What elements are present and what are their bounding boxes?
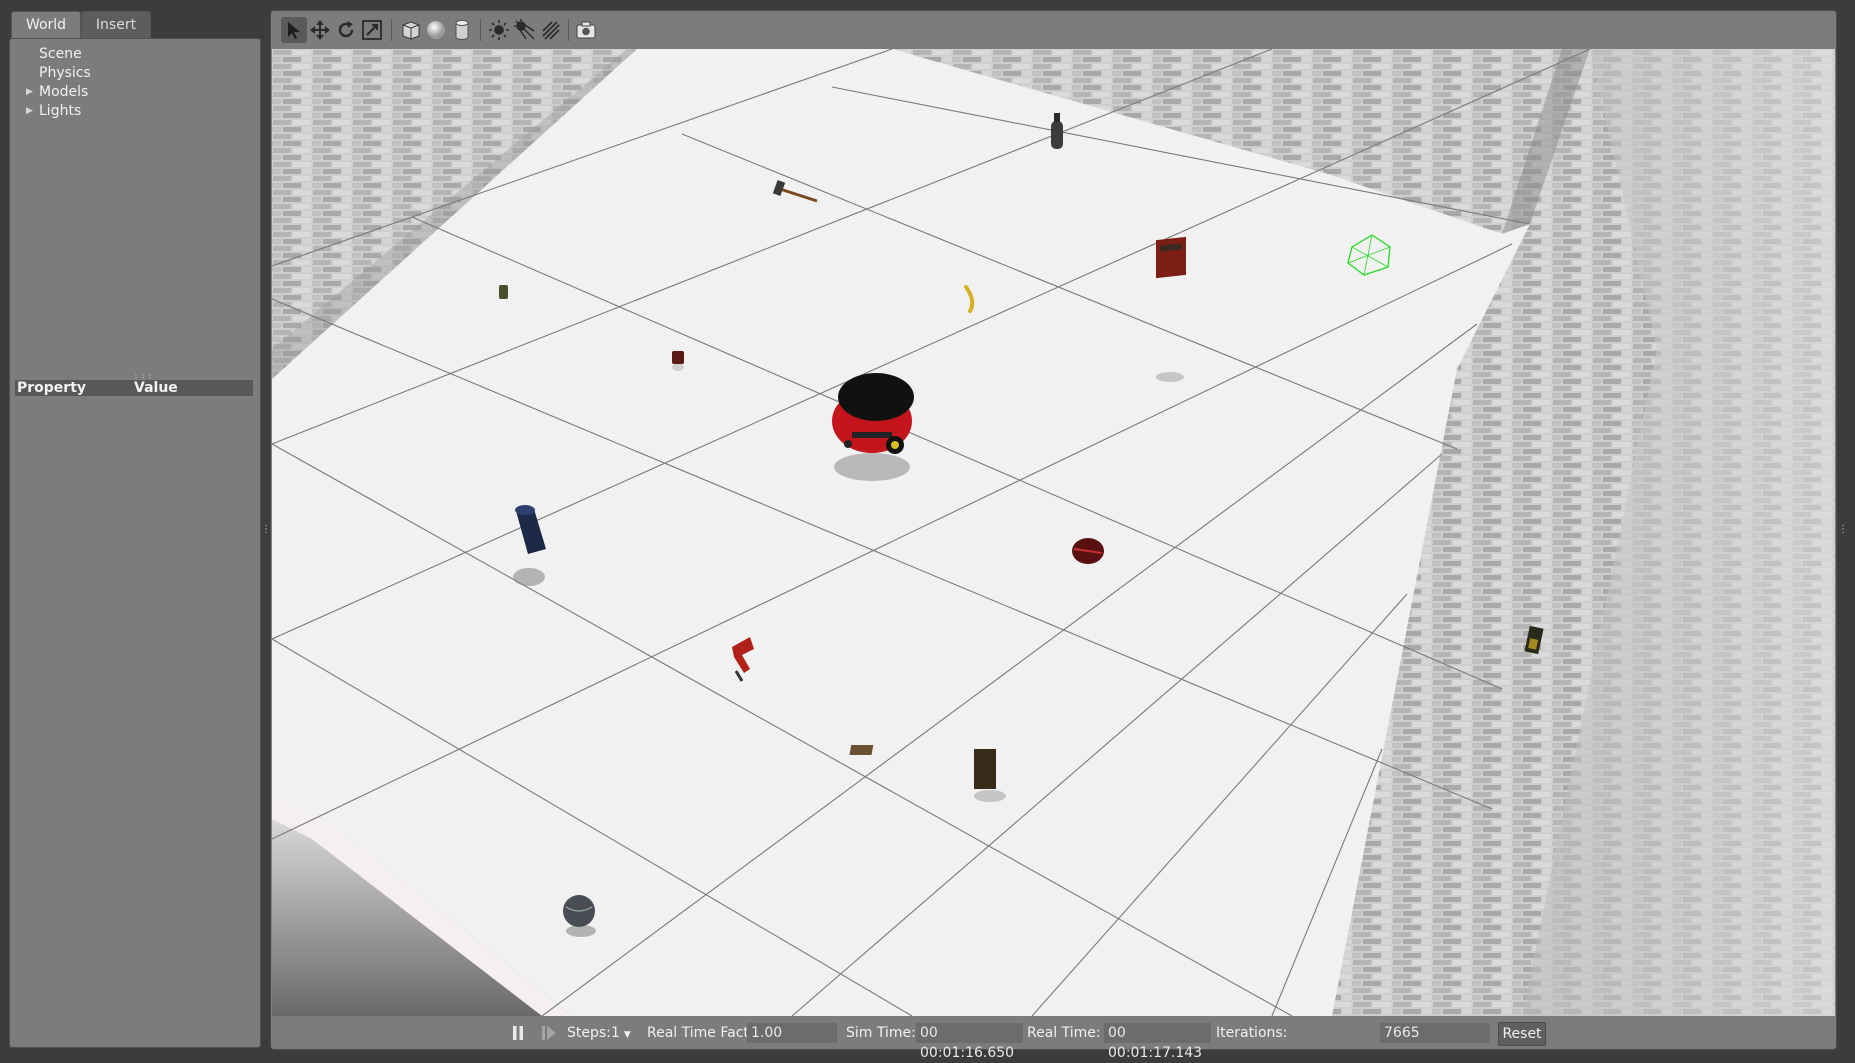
- property-column-header: Property: [17, 380, 87, 396]
- tree-item-lights[interactable]: ▶ Lights: [10, 102, 260, 121]
- robot[interactable]: [832, 373, 914, 481]
- scale-icon[interactable]: [359, 17, 385, 43]
- box-icon[interactable]: [398, 17, 424, 43]
- spot-light-icon[interactable]: [512, 17, 538, 43]
- screenshot-icon[interactable]: [573, 17, 599, 43]
- value-column-header: Value: [134, 380, 178, 396]
- steps-value[interactable]: 1: [611, 1025, 620, 1041]
- right-collapse-handle-icon[interactable]: ⋮: [1838, 522, 1848, 538]
- property-table-header: Property Value: [15, 380, 253, 396]
- tree-item-physics[interactable]: Physics: [10, 64, 260, 83]
- world-panel: Scene Physics ▶ Models ▶ Lights ⋮⋮⋮ Proper…: [9, 38, 261, 1048]
- cup[interactable]: [672, 351, 684, 371]
- tree-item-label: Models: [39, 84, 89, 100]
- select-arrow-icon[interactable]: [281, 17, 307, 43]
- tree-item-label: Physics: [39, 65, 91, 81]
- expand-arrow-icon[interactable]: ▶: [26, 83, 33, 102]
- steps-label: Steps:: [567, 1025, 611, 1041]
- spin-down-icon[interactable]: ▼: [624, 1030, 631, 1040]
- steps-spinbox[interactable]: 1 ▼: [611, 1017, 631, 1049]
- pause-icon[interactable]: [511, 1017, 525, 1049]
- ball[interactable]: [563, 895, 596, 937]
- sim-time-field[interactable]: 00 00:01:16.650: [916, 1023, 1023, 1061]
- reset-button[interactable]: Reset: [1498, 1022, 1546, 1046]
- expand-arrow-icon[interactable]: ▶: [26, 102, 33, 121]
- toolbar: [271, 11, 1836, 49]
- left-collapse-handle-icon[interactable]: ⋮: [261, 522, 271, 538]
- main-view: Steps: 1 ▼ Real Time Factor: 1.00 Sim Tim…: [270, 10, 1837, 1061]
- step-icon[interactable]: [541, 1017, 557, 1049]
- real-time-factor-field[interactable]: 1.00: [747, 1023, 837, 1043]
- tab-insert[interactable]: Insert: [81, 11, 151, 38]
- tree-item-label: Lights: [39, 103, 82, 119]
- real-time-field[interactable]: 00 00:01:17.143: [1104, 1023, 1211, 1061]
- tree-item-models[interactable]: ▶ Models: [10, 83, 260, 102]
- 3d-viewport[interactable]: [272, 49, 1835, 1016]
- iterations-label: Iterations:: [1216, 1025, 1288, 1041]
- tab-world[interactable]: World: [11, 11, 81, 38]
- sphere-icon[interactable]: [423, 17, 449, 43]
- tree-item-scene[interactable]: Scene: [10, 45, 260, 64]
- small-can[interactable]: [499, 285, 508, 299]
- red-bowl[interactable]: [1072, 538, 1104, 564]
- rotate-icon[interactable]: [333, 17, 359, 43]
- real-time-label: Real Time:: [1027, 1025, 1101, 1041]
- world-tree: Scene Physics ▶ Models ▶ Lights: [10, 45, 260, 121]
- directional-light-icon[interactable]: [538, 17, 564, 43]
- scene-render[interactable]: [272, 49, 1835, 1016]
- translate-icon[interactable]: [307, 17, 333, 43]
- iterations-field[interactable]: 7665: [1380, 1023, 1490, 1043]
- cylinder-icon[interactable]: [449, 17, 475, 43]
- status-bar: Steps: 1 ▼ Real Time Factor: 1.00 Sim Tim…: [271, 1017, 1836, 1061]
- sim-time-label: Sim Time:: [846, 1025, 916, 1041]
- tree-item-label: Scene: [39, 46, 82, 62]
- point-light-icon[interactable]: [486, 17, 512, 43]
